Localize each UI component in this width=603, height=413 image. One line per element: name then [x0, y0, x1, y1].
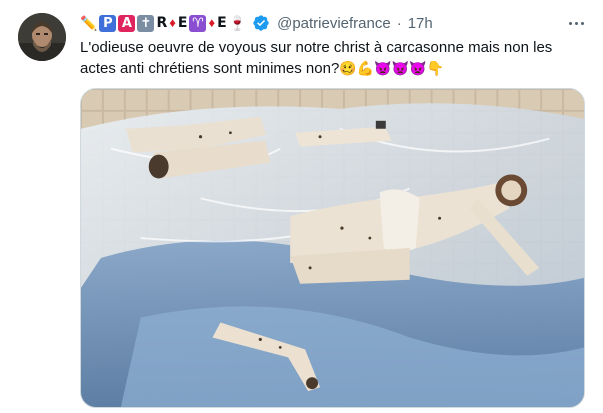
name-letter: E	[177, 15, 188, 31]
timestamp[interactable]: 17h	[408, 15, 433, 32]
verified-badge-icon	[253, 15, 269, 31]
tweet-photo[interactable]	[80, 88, 585, 408]
name-tile: A	[118, 14, 136, 32]
tweet-text: L'odieuse oeuvre de voyous sur notre chr…	[80, 37, 585, 79]
blood-drop-emoji: ♦	[208, 15, 216, 30]
tweet[interactable]: ✏️ P A ✝ R ♦ E ♈ ♦ E 🍷 @patrieviefrance · 17h L'od…	[0, 0, 603, 413]
tweet-text-body: L'odieuse oeuvre de voyous sur notre chr…	[80, 39, 553, 77]
photo-broken-statue	[81, 89, 584, 407]
name-tile: P	[99, 14, 117, 32]
name-tile: ♈	[189, 14, 207, 32]
avatar[interactable]	[18, 13, 66, 61]
user-handle[interactable]: @patrieviefrance	[277, 15, 391, 32]
blood-drop-emoji: ♦	[169, 15, 176, 30]
wine-glass-emoji: 🍷	[228, 15, 247, 31]
name-letter: R	[156, 15, 168, 31]
name-tile: ✝	[137, 14, 155, 32]
tweet-emojis: 🥴💪👿👿👿👇	[339, 60, 444, 76]
separator-dot: ·	[396, 14, 402, 32]
name-letter: E	[217, 15, 227, 31]
pencil-emoji: ✏️	[80, 15, 98, 31]
more-options-icon[interactable]	[564, 14, 588, 32]
display-name[interactable]: ✏️ P A ✝ R ♦ E ♈ ♦ E 🍷	[80, 14, 246, 32]
tweet-header: ✏️ P A ✝ R ♦ E ♈ ♦ E 🍷 @patrieviefrance · 17h	[80, 12, 433, 34]
